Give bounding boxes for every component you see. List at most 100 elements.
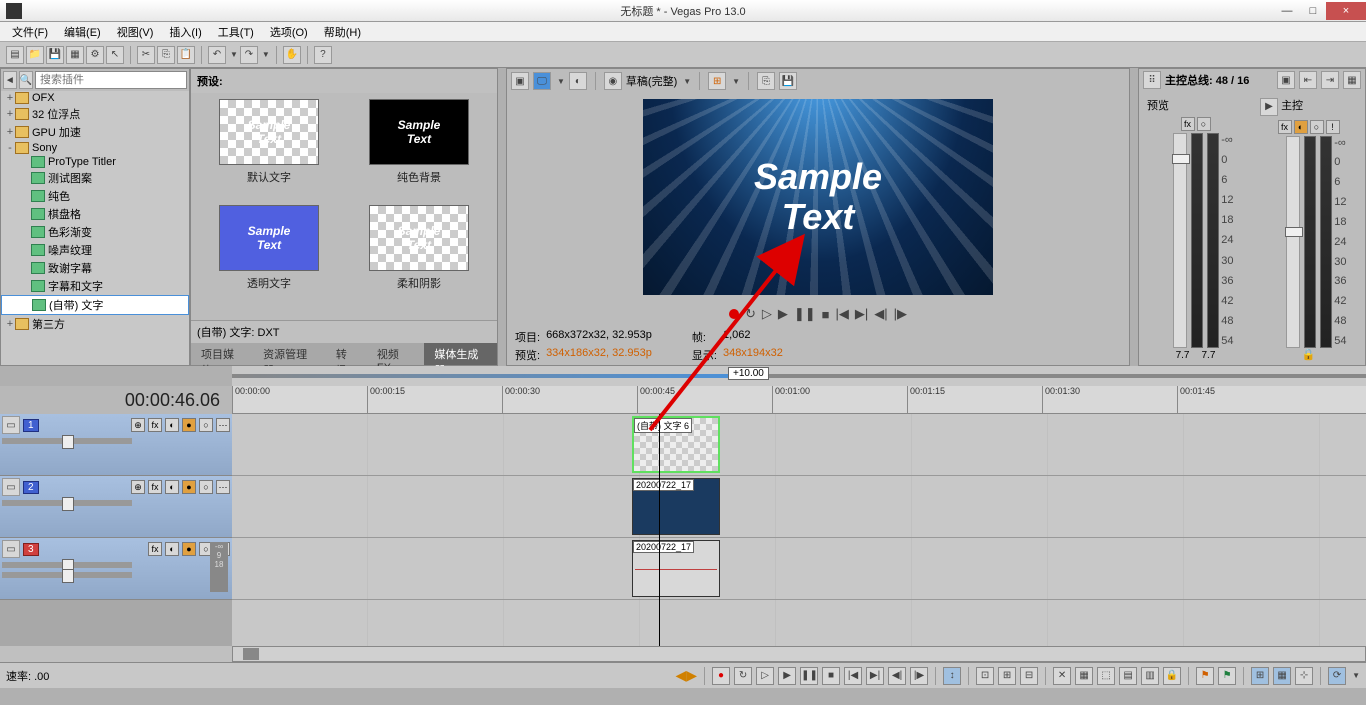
preview-quality-icon[interactable]: ◉ [604, 72, 622, 90]
timeline-scrollbar[interactable] [0, 646, 1366, 662]
track-level-slider[interactable] [2, 500, 132, 506]
clip-text[interactable]: (自带) 文字 6 [632, 416, 720, 473]
tool-4[interactable]: ✕ [1053, 667, 1071, 685]
mixer-btn-3[interactable]: ⇥ [1321, 71, 1339, 89]
preview-split-button[interactable]: ◐ [569, 72, 587, 90]
more-icon[interactable]: ⋯ [216, 418, 230, 432]
tool-8[interactable]: ▥ [1141, 667, 1159, 685]
master-out-icon[interactable]: ▶ [1260, 98, 1278, 116]
preview-overlay-button[interactable]: ⊞ [708, 72, 726, 90]
stop-button[interactable]: ■ [822, 667, 840, 685]
go-end-button[interactable]: ▶| [866, 667, 884, 685]
mixer-grip-icon[interactable]: ⠿ [1143, 71, 1161, 89]
cut-button[interactable]: ✂ [137, 46, 155, 64]
plugin-tree[interactable]: +OFX+32 位浮点+GPU 加速-SonyProType Titler测试图… [1, 91, 189, 365]
tool-2[interactable]: ⊞ [998, 667, 1016, 685]
tree-node[interactable]: 致谢字幕 [1, 259, 189, 277]
tab[interactable]: 媒体生成器 [424, 343, 497, 365]
menu-view[interactable]: 视图(V) [109, 22, 162, 42]
tree-node[interactable]: (自带) 文字 [1, 295, 189, 315]
preview-quality-label[interactable]: 草稿(完整) [626, 73, 677, 89]
fx-icon[interactable]: fx [1181, 117, 1195, 131]
track-lane-3[interactable]: 20200722_17 [232, 538, 1366, 600]
tree-node[interactable]: +OFX [1, 91, 189, 105]
preview-ext-button[interactable]: ▣ [511, 72, 529, 90]
tab[interactable]: 项目媒体 [191, 343, 253, 365]
lock-icon[interactable]: 🔒 [1302, 348, 1316, 361]
tool-3[interactable]: ⊟ [1020, 667, 1038, 685]
tree-node[interactable]: ProType Titler [1, 155, 189, 169]
automation-icon[interactable]: ◐ [165, 480, 179, 494]
tree-node[interactable]: 色彩渐变 [1, 223, 189, 241]
next-frame-button[interactable]: |▶ [894, 306, 907, 322]
snap-button[interactable]: ✋ [283, 46, 301, 64]
stop-button[interactable]: ■ [822, 307, 830, 322]
open-button[interactable]: 📁 [26, 46, 44, 64]
close-button[interactable]: × [1326, 2, 1366, 20]
quantize-button[interactable]: ▦ [1273, 667, 1291, 685]
track-fx-icon[interactable]: fx [148, 542, 162, 556]
track-header-2[interactable]: ▭ 2 ⊕ fx ◐ ● ○ ⋯ [0, 476, 232, 538]
preview-device-button[interactable]: 🖵 [533, 72, 551, 90]
pause-button[interactable]: ❚❚ [794, 306, 816, 322]
shuttle-icon[interactable]: ◀▶ [676, 667, 698, 684]
automation-icon[interactable]: ◐ [165, 542, 179, 556]
track-lane-2[interactable]: 20200722_17 [232, 476, 1366, 538]
render-button[interactable]: ▦ [66, 46, 84, 64]
back-button[interactable]: ◄ [3, 71, 17, 89]
track-minimize-icon[interactable]: ▭ [2, 478, 20, 496]
prev-frame-button[interactable]: ◀| [874, 306, 887, 322]
record-button[interactable]: ● [712, 667, 730, 685]
copy-button[interactable]: ⎘ [157, 46, 175, 64]
play-button[interactable]: ▶ [778, 667, 796, 685]
track-vol-slider[interactable] [2, 562, 132, 568]
mixer-btn-1[interactable]: ▣ [1277, 71, 1295, 89]
region-button[interactable]: ⚑ [1218, 667, 1236, 685]
paste-button[interactable]: 📋 [177, 46, 195, 64]
tab[interactable]: 资源管理器 [253, 343, 326, 365]
menu-tools[interactable]: 工具(T) [210, 22, 262, 42]
record-button[interactable] [729, 309, 739, 319]
bypass-fx-icon[interactable]: ⊕ [131, 418, 145, 432]
menu-options[interactable]: 选项(O) [262, 22, 316, 42]
timeline-ruler[interactable]: 00:00:0000:00:1500:00:3000:00:4500:01:00… [232, 386, 1366, 414]
normal-edit-button[interactable]: ↕ [943, 667, 961, 685]
tree-node[interactable]: -Sony [1, 141, 189, 155]
preset-item[interactable]: SampleText柔和阴影 [347, 205, 491, 305]
menu-help[interactable]: 帮助(H) [316, 22, 369, 42]
tree-node[interactable]: 棋盘格 [1, 205, 189, 223]
track-pan-slider[interactable] [2, 572, 132, 578]
dim-icon[interactable]: ! [1326, 120, 1340, 134]
maximize-button[interactable]: □ [1300, 2, 1326, 20]
track-header-1[interactable]: ▭ 1 ⊕ fx ◐ ● ○ ⋯ [0, 414, 232, 476]
tree-node[interactable]: 字幕和文字 [1, 277, 189, 295]
minimize-button[interactable]: — [1274, 2, 1300, 20]
go-end-button[interactable]: ▶| [855, 306, 868, 322]
fx-icon[interactable]: fx [1278, 120, 1292, 134]
automation-icon[interactable]: ◐ [165, 418, 179, 432]
splitter[interactable] [1130, 68, 1138, 366]
new-button[interactable]: ▤ [6, 46, 24, 64]
tree-node[interactable]: 纯色 [1, 187, 189, 205]
lock-button[interactable]: 🔒 [1163, 667, 1181, 685]
auto-ripple-button[interactable]: ⟳ [1328, 667, 1346, 685]
mute-icon[interactable]: ○ [1197, 117, 1211, 131]
tree-node[interactable]: +第三方 [1, 315, 189, 333]
snap-button[interactable]: ⊞ [1251, 667, 1269, 685]
preview-fader[interactable] [1173, 133, 1187, 348]
solo-icon[interactable]: ○ [199, 418, 213, 432]
track-fx-icon[interactable]: fx [148, 480, 162, 494]
splitter[interactable] [498, 68, 506, 366]
tool-1[interactable]: ⊡ [976, 667, 994, 685]
timecode-display[interactable]: 00:00:46.06 [0, 386, 232, 414]
play-start-button[interactable]: ▷ [756, 667, 774, 685]
solo-icon[interactable]: ○ [199, 480, 213, 494]
tree-node[interactable]: +GPU 加速 [1, 123, 189, 141]
tab[interactable]: 转场 [326, 343, 367, 365]
go-start-button[interactable]: |◀ [844, 667, 862, 685]
menu-edit[interactable]: 编辑(E) [56, 22, 109, 42]
solo-icon[interactable]: ◐ [1294, 120, 1308, 134]
more-icon[interactable]: ⋯ [216, 480, 230, 494]
save-snapshot-button[interactable]: 💾 [779, 72, 797, 90]
tree-node[interactable]: 测试图案 [1, 169, 189, 187]
